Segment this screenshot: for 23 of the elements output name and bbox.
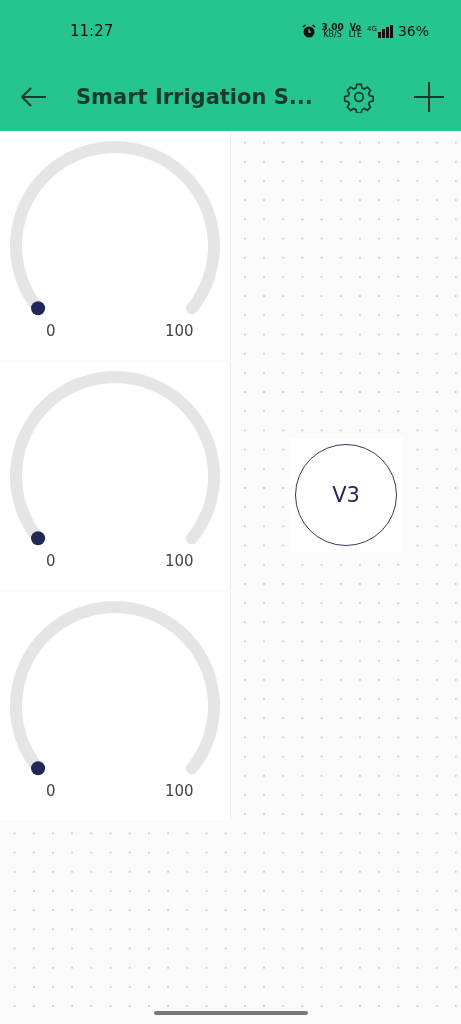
add-button[interactable] <box>413 80 445 113</box>
gauge-knob <box>31 761 46 776</box>
gauge-min-label: 0 <box>46 552 56 570</box>
battery-level: 36% <box>397 23 429 39</box>
network-speed: 3.00 KB/S <box>321 23 344 39</box>
gauge-widget[interactable]: 0 100 <box>0 362 231 590</box>
status-time: 11:27 <box>70 22 114 40</box>
project-title: Smart Irrigation S... <box>76 84 314 109</box>
button-widget[interactable]: V3 <box>289 438 403 552</box>
gauge-min-label: 0 <box>46 322 56 340</box>
gauge-max-label: 100 <box>165 322 194 340</box>
gauge-knob <box>31 301 46 316</box>
gauge-max-label: 100 <box>165 782 194 800</box>
gauge-widget[interactable]: 0 100 <box>0 592 231 820</box>
gauge-min-label: 0 <box>46 782 56 800</box>
settings-button[interactable] <box>343 80 375 113</box>
alarm-icon <box>302 24 317 38</box>
gauge-widget[interactable]: 0 100 <box>0 132 231 360</box>
gauge-knob <box>31 531 46 546</box>
gauge-max-label: 100 <box>165 552 194 570</box>
volte-indicator: Vo LTE <box>348 23 362 39</box>
signal-icon <box>377 24 393 38</box>
back-button[interactable] <box>20 86 48 107</box>
